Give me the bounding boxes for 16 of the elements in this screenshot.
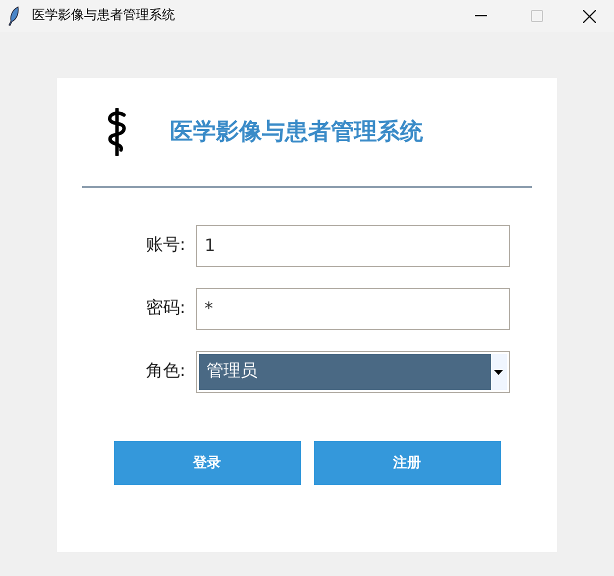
minimize-icon [475, 15, 487, 17]
register-button[interactable]: 注册 [314, 441, 500, 485]
field-label: 密码: [144, 297, 186, 320]
dropdown-value: 管理员 [198, 354, 490, 390]
field-label: 角色: [144, 360, 186, 384]
login-button[interactable]: 登录 [114, 441, 300, 485]
caret-icon [494, 370, 503, 374]
app-title: 医学影像与患者管理系统 [170, 118, 423, 147]
feather-icon [8, 6, 20, 26]
window-title: 医学影像与患者管理系统 [32, 7, 175, 26]
close-icon [582, 10, 596, 22]
password-field[interactable]: * [196, 288, 510, 330]
field-label: 账号: [144, 234, 186, 258]
role-dropdown[interactable]: 管理员 [196, 351, 510, 393]
account-field[interactable]: 1 [196, 225, 510, 267]
maximize-icon [531, 10, 543, 22]
